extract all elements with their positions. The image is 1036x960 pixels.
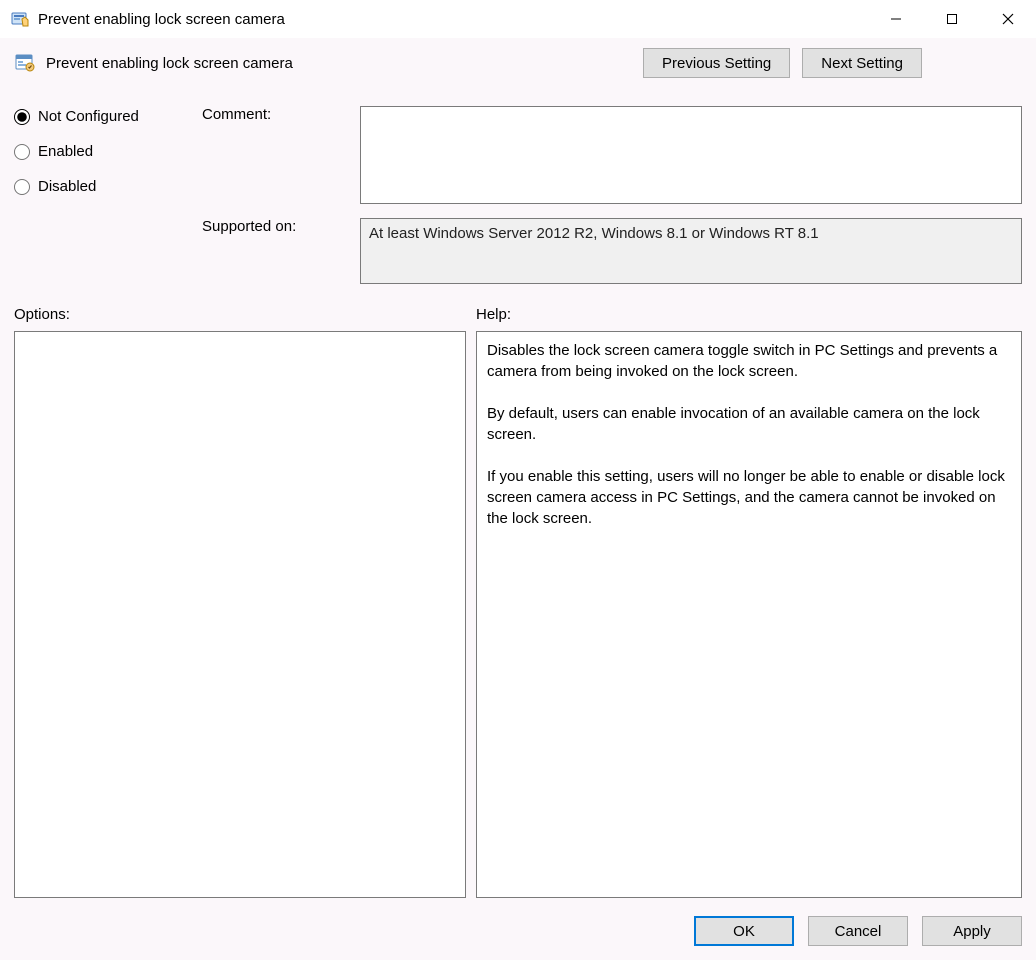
radio-enabled-input[interactable]	[14, 144, 30, 160]
panes: Disables the lock screen camera toggle s…	[14, 331, 1022, 898]
header-row: Prevent enabling lock screen camera Prev…	[14, 48, 1022, 78]
options-label: Options:	[14, 306, 466, 323]
minimize-button[interactable]	[868, 0, 924, 38]
close-button[interactable]	[980, 0, 1036, 38]
apply-button[interactable]: Apply	[922, 916, 1022, 946]
comment-textarea[interactable]	[360, 106, 1022, 204]
nav-buttons: Previous Setting Next Setting	[643, 48, 922, 78]
policy-title: Prevent enabling lock screen camera	[46, 55, 633, 72]
upper-form: Not Configured Enabled Disabled Comment:…	[14, 106, 1022, 284]
maximize-button[interactable]	[924, 0, 980, 38]
radio-disabled-input[interactable]	[14, 179, 30, 195]
state-radio-group: Not Configured Enabled Disabled	[14, 106, 194, 284]
radio-not-configured-input[interactable]	[14, 109, 30, 125]
footer-buttons: OK Cancel Apply	[14, 898, 1022, 946]
previous-setting-button[interactable]: Previous Setting	[643, 48, 790, 78]
radio-enabled-label: Enabled	[38, 143, 93, 160]
help-pane[interactable]: Disables the lock screen camera toggle s…	[476, 331, 1022, 898]
policy-app-icon	[10, 9, 30, 29]
radio-disabled[interactable]: Disabled	[14, 178, 194, 195]
comment-label: Comment:	[202, 106, 352, 204]
next-setting-button[interactable]: Next Setting	[802, 48, 922, 78]
radio-enabled[interactable]: Enabled	[14, 143, 194, 160]
radio-disabled-label: Disabled	[38, 178, 96, 195]
ok-button[interactable]: OK	[694, 916, 794, 946]
client-area: Prevent enabling lock screen camera Prev…	[0, 38, 1036, 960]
radio-not-configured-label: Not Configured	[38, 108, 139, 125]
policy-icon	[14, 52, 36, 74]
dialog-window: Prevent enabling lock screen camera	[0, 0, 1036, 960]
radio-not-configured[interactable]: Not Configured	[14, 108, 194, 125]
supported-on-box: At least Windows Server 2012 R2, Windows…	[360, 218, 1022, 284]
cancel-button[interactable]: Cancel	[808, 916, 908, 946]
options-pane[interactable]	[14, 331, 466, 898]
supported-on-label: Supported on:	[202, 210, 352, 284]
panes-labels-row: Options: Help:	[14, 306, 1022, 323]
title-bar: Prevent enabling lock screen camera	[0, 0, 1036, 38]
help-label: Help:	[476, 306, 1022, 323]
window-title: Prevent enabling lock screen camera	[38, 11, 285, 28]
